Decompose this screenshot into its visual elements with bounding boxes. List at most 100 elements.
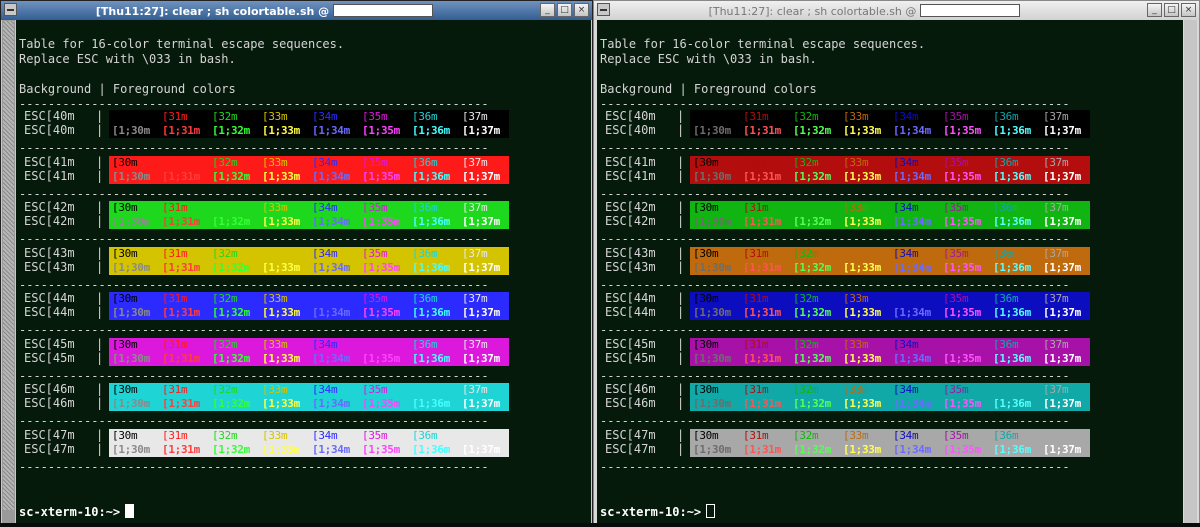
column-bar: | <box>677 259 685 274</box>
fg-normal-cell: [34m <box>893 383 919 396</box>
intro-line-2: Replace ESC with \033 in bash. <box>19 52 236 66</box>
close-button[interactable]: × <box>574 3 589 17</box>
fg-bold-cell: [1;35m <box>362 215 400 228</box>
fg-bold-cell: [1;37m <box>462 442 500 456</box>
bg-label: ESC[43m <box>24 245 75 260</box>
terminal-area[interactable]: Table for 16-color terminal escape seque… <box>16 20 591 526</box>
scrollbar-thumb[interactable] <box>1185 21 1196 510</box>
scrollbar[interactable] <box>1184 20 1197 526</box>
fg-bold-cell: [1;32m <box>793 260 831 274</box>
fg-normal-cell: [34m <box>312 292 338 305</box>
scrollbar[interactable] <box>2 20 15 526</box>
fg-bold-cell: [1;30m <box>112 397 150 410</box>
bg-label: ESC[45m <box>605 350 656 365</box>
bg-label: ESC[41m <box>24 154 75 169</box>
fg-normal-cell: [31m <box>743 292 769 305</box>
separator: ----------------------------------------… <box>19 186 489 201</box>
fg-normal-cell: [37m <box>1043 428 1069 442</box>
column-bar: | <box>96 259 104 274</box>
bg-label: ESC[47m <box>605 427 656 442</box>
fg-normal-cell: [32m <box>793 201 819 214</box>
fg-normal-cell: [33m <box>262 383 288 396</box>
terminal-window-right[interactable]: [Thu11:27]: clear ; sh colortable.sh @ _… <box>593 0 1200 527</box>
fg-bold-cell: [1;30m <box>112 442 150 456</box>
fg-bold-cell: [1;35m <box>362 442 400 456</box>
fg-normal-cell: [30m <box>112 292 138 305</box>
fg-normal-cell: [37m <box>1043 201 1069 214</box>
fg-bold-cell: [1;36m <box>993 306 1031 319</box>
column-bar: | <box>96 396 104 410</box>
fg-bold-cell: [1;33m <box>262 124 300 137</box>
minimize-button[interactable]: _ <box>1147 3 1162 17</box>
terminal-area[interactable]: Table for 16-color terminal escape seque… <box>597 20 1183 526</box>
fg-bold-cell: [1;31m <box>162 351 200 365</box>
maximize-button[interactable]: □ <box>557 3 572 17</box>
fg-bold-cell: [1;31m <box>743 260 781 274</box>
fg-bold-cell: [1;36m <box>993 169 1031 183</box>
fg-bold-cell: [1;32m <box>793 351 831 365</box>
fg-bold-cell: [1;35m <box>943 124 981 137</box>
fg-normal-cell: [34m <box>893 246 919 260</box>
fg-bold-cell: [1;30m <box>693 169 731 183</box>
fg-bold-cell: [1;34m <box>312 215 350 228</box>
fg-normal-cell: [36m <box>993 110 1019 123</box>
fg-bold-cell: [1;32m <box>212 306 250 319</box>
separator: ----------------------------------------… <box>19 277 489 292</box>
fg-normal-cell: [33m <box>262 292 288 305</box>
fg-bold-cell: [1;31m <box>162 442 200 456</box>
fg-bold-cell: [1;30m <box>693 397 731 410</box>
fg-normal-cell: [30m <box>112 110 138 123</box>
maximize-button[interactable]: □ <box>1164 3 1179 17</box>
bg-label: ESC[40m <box>24 123 75 137</box>
fg-bold-cell: [1;36m <box>412 397 450 410</box>
title-bar[interactable]: [Thu11:27]: clear ; sh colortable.sh @ _… <box>1 1 592 20</box>
fg-normal-cell: [33m <box>843 110 869 123</box>
separator: ----------------------------------------… <box>19 97 489 111</box>
fg-bold-cell: [1;31m <box>743 306 781 319</box>
fg-bold-cell: [1;32m <box>793 169 831 183</box>
column-bar: | <box>677 123 685 137</box>
fg-bold-cell: [1;33m <box>843 397 881 410</box>
separator: ----------------------------------------… <box>600 459 1070 474</box>
fg-bold-cell: [1;37m <box>1043 169 1081 183</box>
minimize-button[interactable]: _ <box>540 3 555 17</box>
fg-normal-cell: [34m <box>893 155 919 169</box>
column-bar: | <box>96 200 104 214</box>
fg-bold-cell: [1;35m <box>362 169 400 183</box>
bg-label: ESC[43m <box>605 245 656 260</box>
fg-normal-cell: [32m <box>212 110 238 123</box>
fg-bold-cell: [1;32m <box>212 215 250 228</box>
title-bar[interactable]: [Thu11:27]: clear ; sh colortable.sh @ _… <box>594 1 1199 20</box>
bg-label: ESC[44m <box>605 291 656 305</box>
column-bar: | <box>677 245 685 260</box>
fg-bold-cell: [1;33m <box>843 124 881 137</box>
fg-bold-cell: [1;35m <box>362 351 400 365</box>
bg-label: ESC[46m <box>605 396 656 410</box>
fg-bold-cell: [1;32m <box>793 215 831 228</box>
fg-normal-cell: [34m <box>312 155 338 169</box>
fg-bold-cell: [1;36m <box>993 351 1031 365</box>
fg-bold-cell: [1;36m <box>412 215 450 228</box>
fg-bold-cell: [1;34m <box>312 397 350 410</box>
fg-bold-cell: [1;30m <box>693 124 731 137</box>
fg-bold-cell: [1;33m <box>843 169 881 183</box>
close-button[interactable]: × <box>1181 3 1196 17</box>
fg-bold-cell: [1;37m <box>462 306 500 319</box>
window-title: [Thu11:27]: clear ; sh colortable.sh @ <box>594 4 1135 18</box>
fg-bold-cell: [1;33m <box>843 306 881 319</box>
separator: ----------------------------------------… <box>19 459 489 474</box>
fg-bold-cell: [1;33m <box>262 260 300 274</box>
fg-bold-cell: [1;37m <box>1043 306 1081 319</box>
fg-normal-cell: [30m <box>693 110 719 123</box>
bg-label: ESC[42m <box>24 214 75 228</box>
fg-normal-cell: [37m <box>1043 383 1069 396</box>
fg-normal-cell: [33m <box>262 337 288 351</box>
fg-bold-cell: [1;34m <box>312 306 350 319</box>
scrollbar-thumb[interactable] <box>3 21 14 510</box>
fg-normal-cell: [33m <box>262 155 288 169</box>
bg-label: ESC[46m <box>605 382 656 396</box>
separator: ----------------------------------------… <box>19 368 489 383</box>
terminal-window-left[interactable]: [Thu11:27]: clear ; sh colortable.sh @ _… <box>0 0 593 527</box>
fg-bold-cell: [1;36m <box>412 306 450 319</box>
fg-bold-cell: [1;30m <box>112 215 150 228</box>
